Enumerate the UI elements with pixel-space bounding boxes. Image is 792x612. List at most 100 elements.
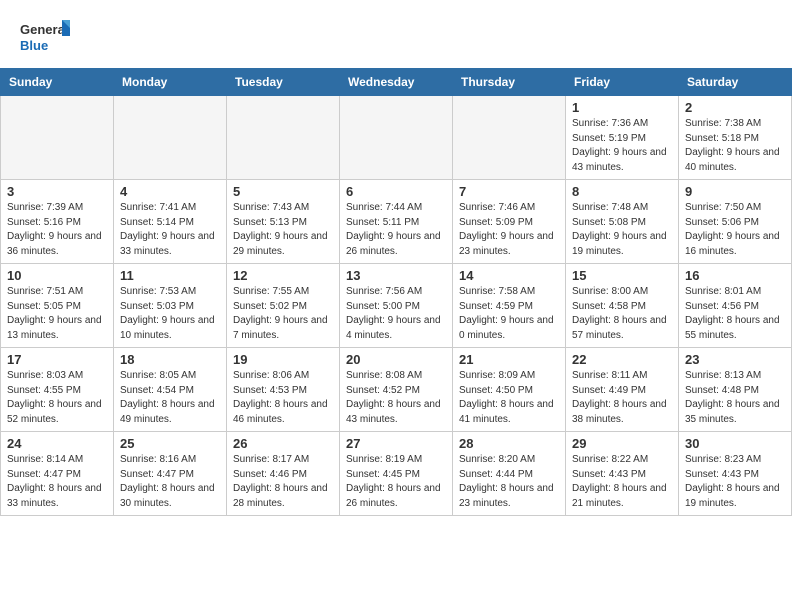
- calendar-day-8: 8 Sunrise: 7:48 AM Sunset: 5:08 PM Daylig…: [566, 180, 679, 264]
- calendar-day-1: 1 Sunrise: 7:36 AM Sunset: 5:19 PM Daylig…: [566, 96, 679, 180]
- day-info: Sunrise: 8:23 AM Sunset: 4:43 PM Dayligh…: [685, 453, 785, 511]
- day-number: 25: [120, 436, 220, 451]
- calendar-day-12: 12 Sunrise: 7:55 AM Sunset: 5:02 PM Dayli…: [227, 264, 340, 348]
- weekday-header-row: SundayMondayTuesdayWednesdayThursdayFrid…: [1, 69, 792, 96]
- day-info: Sunrise: 8:13 AM Sunset: 4:48 PM Dayligh…: [685, 369, 785, 427]
- day-number: 10: [7, 268, 107, 283]
- calendar-week-4: 17 Sunrise: 8:03 AM Sunset: 4:55 PM Dayli…: [1, 348, 792, 432]
- day-info: Sunrise: 7:39 AM Sunset: 5:16 PM Dayligh…: [7, 201, 107, 259]
- day-number: 1: [572, 100, 672, 115]
- day-number: 6: [346, 184, 446, 199]
- day-info: Sunrise: 8:19 AM Sunset: 4:45 PM Dayligh…: [346, 453, 446, 511]
- day-info: Sunrise: 7:50 AM Sunset: 5:06 PM Dayligh…: [685, 201, 785, 259]
- calendar-table: SundayMondayTuesdayWednesdayThursdayFrid…: [0, 68, 792, 516]
- calendar-week-2: 3 Sunrise: 7:39 AM Sunset: 5:16 PM Daylig…: [1, 180, 792, 264]
- calendar-week-3: 10 Sunrise: 7:51 AM Sunset: 5:05 PM Dayli…: [1, 264, 792, 348]
- calendar-empty: [1, 96, 114, 180]
- weekday-wednesday: Wednesday: [340, 69, 453, 96]
- day-info: Sunrise: 8:22 AM Sunset: 4:43 PM Dayligh…: [572, 453, 672, 511]
- calendar-week-5: 24 Sunrise: 8:14 AM Sunset: 4:47 PM Dayli…: [1, 432, 792, 516]
- day-number: 11: [120, 268, 220, 283]
- weekday-thursday: Thursday: [453, 69, 566, 96]
- day-number: 14: [459, 268, 559, 283]
- calendar-day-17: 17 Sunrise: 8:03 AM Sunset: 4:55 PM Dayli…: [1, 348, 114, 432]
- calendar-day-3: 3 Sunrise: 7:39 AM Sunset: 5:16 PM Daylig…: [1, 180, 114, 264]
- day-number: 7: [459, 184, 559, 199]
- calendar-empty: [453, 96, 566, 180]
- calendar-week-1: 1 Sunrise: 7:36 AM Sunset: 5:19 PM Daylig…: [1, 96, 792, 180]
- calendar-day-2: 2 Sunrise: 7:38 AM Sunset: 5:18 PM Daylig…: [679, 96, 792, 180]
- day-number: 26: [233, 436, 333, 451]
- day-info: Sunrise: 8:20 AM Sunset: 4:44 PM Dayligh…: [459, 453, 559, 511]
- calendar-day-16: 16 Sunrise: 8:01 AM Sunset: 4:56 PM Dayli…: [679, 264, 792, 348]
- calendar-day-30: 30Sunrise: 8:23 AM Sunset: 4:43 PM Dayli…: [679, 432, 792, 516]
- calendar-day-28: 28 Sunrise: 8:20 AM Sunset: 4:44 PM Dayli…: [453, 432, 566, 516]
- day-info: Sunrise: 8:17 AM Sunset: 4:46 PM Dayligh…: [233, 453, 333, 511]
- calendar-empty: [114, 96, 227, 180]
- calendar-empty: [340, 96, 453, 180]
- day-info: Sunrise: 7:55 AM Sunset: 5:02 PM Dayligh…: [233, 285, 333, 343]
- calendar-day-5: 5Sunrise: 7:43 AM Sunset: 5:13 PM Daylig…: [227, 180, 340, 264]
- day-number: 19: [233, 352, 333, 367]
- day-number: 17: [7, 352, 107, 367]
- calendar-day-25: 25 Sunrise: 8:16 AM Sunset: 4:47 PM Dayli…: [114, 432, 227, 516]
- day-number: 5: [233, 184, 333, 199]
- day-info: Sunrise: 7:46 AM Sunset: 5:09 PM Dayligh…: [459, 201, 559, 259]
- day-number: 3: [7, 184, 107, 199]
- day-number: 21: [459, 352, 559, 367]
- weekday-saturday: Saturday: [679, 69, 792, 96]
- day-info: Sunrise: 7:48 AM Sunset: 5:08 PM Dayligh…: [572, 201, 672, 259]
- weekday-tuesday: Tuesday: [227, 69, 340, 96]
- day-number: 22: [572, 352, 672, 367]
- day-info: Sunrise: 8:03 AM Sunset: 4:55 PM Dayligh…: [7, 369, 107, 427]
- day-number: 12: [233, 268, 333, 283]
- day-number: 2: [685, 100, 785, 115]
- day-number: 29: [572, 436, 672, 451]
- day-info: Sunrise: 8:16 AM Sunset: 4:47 PM Dayligh…: [120, 453, 220, 511]
- calendar-day-21: 21Sunrise: 8:09 AM Sunset: 4:50 PM Dayli…: [453, 348, 566, 432]
- calendar-day-11: 11 Sunrise: 7:53 AM Sunset: 5:03 PM Dayli…: [114, 264, 227, 348]
- weekday-sunday: Sunday: [1, 69, 114, 96]
- day-number: 20: [346, 352, 446, 367]
- calendar-empty: [227, 96, 340, 180]
- day-number: 24: [7, 436, 107, 451]
- calendar-day-19: 19 Sunrise: 8:06 AM Sunset: 4:53 PM Dayli…: [227, 348, 340, 432]
- day-info: Sunrise: 8:11 AM Sunset: 4:49 PM Dayligh…: [572, 369, 672, 427]
- day-info: Sunrise: 8:01 AM Sunset: 4:56 PM Dayligh…: [685, 285, 785, 343]
- calendar-day-15: 15Sunrise: 8:00 AM Sunset: 4:58 PM Dayli…: [566, 264, 679, 348]
- calendar-day-20: 20Sunrise: 8:08 AM Sunset: 4:52 PM Dayli…: [340, 348, 453, 432]
- calendar-day-9: 9 Sunrise: 7:50 AM Sunset: 5:06 PM Daylig…: [679, 180, 792, 264]
- day-info: Sunrise: 8:00 AM Sunset: 4:58 PM Dayligh…: [572, 285, 672, 343]
- svg-text:General: General: [20, 22, 68, 37]
- day-number: 13: [346, 268, 446, 283]
- calendar-day-23: 23 Sunrise: 8:13 AM Sunset: 4:48 PM Dayli…: [679, 348, 792, 432]
- day-number: 28: [459, 436, 559, 451]
- day-number: 9: [685, 184, 785, 199]
- day-info: Sunrise: 7:41 AM Sunset: 5:14 PM Dayligh…: [120, 201, 220, 259]
- calendar-day-13: 13 Sunrise: 7:56 AM Sunset: 5:00 PM Dayli…: [340, 264, 453, 348]
- day-number: 27: [346, 436, 446, 451]
- svg-text:Blue: Blue: [20, 38, 48, 53]
- calendar-day-18: 18Sunrise: 8:05 AM Sunset: 4:54 PM Dayli…: [114, 348, 227, 432]
- day-info: Sunrise: 7:53 AM Sunset: 5:03 PM Dayligh…: [120, 285, 220, 343]
- day-number: 23: [685, 352, 785, 367]
- calendar-day-22: 22 Sunrise: 8:11 AM Sunset: 4:49 PM Dayli…: [566, 348, 679, 432]
- calendar-day-14: 14 Sunrise: 7:58 AM Sunset: 4:59 PM Dayli…: [453, 264, 566, 348]
- day-info: Sunrise: 7:58 AM Sunset: 4:59 PM Dayligh…: [459, 285, 559, 343]
- day-info: Sunrise: 7:44 AM Sunset: 5:11 PM Dayligh…: [346, 201, 446, 259]
- day-info: Sunrise: 7:56 AM Sunset: 5:00 PM Dayligh…: [346, 285, 446, 343]
- calendar-day-10: 10 Sunrise: 7:51 AM Sunset: 5:05 PM Dayli…: [1, 264, 114, 348]
- weekday-friday: Friday: [566, 69, 679, 96]
- page-header: General Blue: [0, 0, 792, 68]
- day-number: 18: [120, 352, 220, 367]
- day-info: Sunrise: 7:36 AM Sunset: 5:19 PM Dayligh…: [572, 117, 672, 175]
- day-info: Sunrise: 7:51 AM Sunset: 5:05 PM Dayligh…: [7, 285, 107, 343]
- day-info: Sunrise: 8:14 AM Sunset: 4:47 PM Dayligh…: [7, 453, 107, 511]
- logo: General Blue: [20, 18, 70, 60]
- day-number: 8: [572, 184, 672, 199]
- logo-svg: General Blue: [20, 18, 70, 60]
- day-info: Sunrise: 7:38 AM Sunset: 5:18 PM Dayligh…: [685, 117, 785, 175]
- day-number: 16: [685, 268, 785, 283]
- day-info: Sunrise: 8:06 AM Sunset: 4:53 PM Dayligh…: [233, 369, 333, 427]
- calendar-day-24: 24 Sunrise: 8:14 AM Sunset: 4:47 PM Dayli…: [1, 432, 114, 516]
